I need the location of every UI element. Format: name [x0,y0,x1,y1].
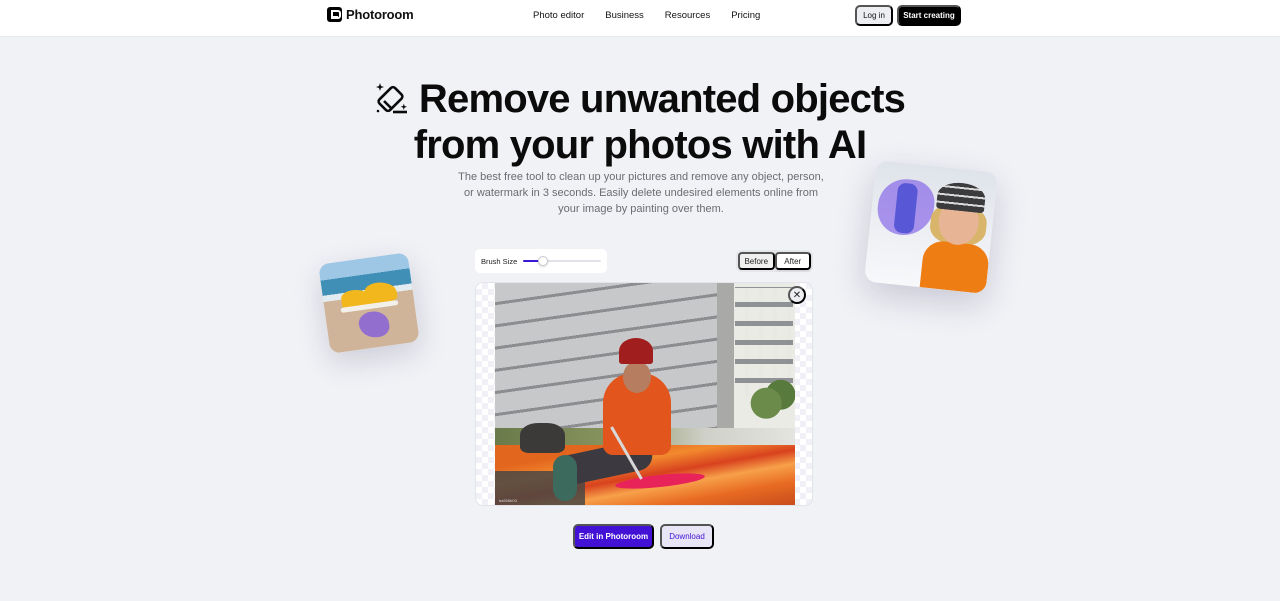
nav-photo-editor[interactable]: Photo editor [533,10,584,21]
edited-photo[interactable]: ba926b03 [495,283,795,505]
login-button[interactable]: Log in [855,5,893,26]
image-watermark: ba926b03 [499,498,517,503]
brush-size-panel: Brush Size [475,249,607,273]
photo-bag [520,423,565,453]
example-card-hikers [863,159,999,295]
nav-resources[interactable]: Resources [665,10,710,21]
title-line-1-wrap: Remove unwanted objects [375,77,906,121]
editor-canvas[interactable]: ba926b03 [475,282,813,506]
woman-jacket [919,239,991,295]
title-line-2: from your photos with AI [413,123,867,167]
nav-business[interactable]: Business [605,10,644,21]
edit-in-photoroom-button[interactable]: Edit in Photoroom [573,524,654,549]
page-title: Remove unwanted objects from your photos… [0,78,1280,166]
brush-size-slider[interactable] [523,256,602,266]
example-card-shoes [318,252,420,354]
photo-head [623,361,651,393]
toggle-before[interactable]: Before [738,252,775,270]
photo-bandana [619,338,653,364]
start-creating-button[interactable]: Start creating [897,5,961,26]
photo-trees [747,378,795,420]
hero-subtitle: The best free tool to clean up your pict… [458,171,824,215]
brush-size-label: Brush Size [481,256,518,266]
brand-name: Photoroom [346,7,414,22]
eraser-sparkle-icon [375,83,407,114]
slider-thumb[interactable] [537,256,548,266]
top-navigation: Photoroom Photo editor Business Resource… [0,0,1280,37]
title-line-1: Remove unwanted objects [418,77,906,121]
before-after-toggle: Before After [736,250,813,272]
main-nav: Photo editor Business Resources Pricing [533,10,781,21]
download-button[interactable]: Download [660,524,714,549]
nav-pricing[interactable]: Pricing [731,10,760,21]
photo-sock [553,455,577,501]
photoroom-logo[interactable]: Photoroom [327,7,414,22]
close-icon[interactable]: ✕ [788,286,806,304]
toggle-after[interactable]: After [774,252,811,270]
photoroom-logo-icon [327,7,342,22]
